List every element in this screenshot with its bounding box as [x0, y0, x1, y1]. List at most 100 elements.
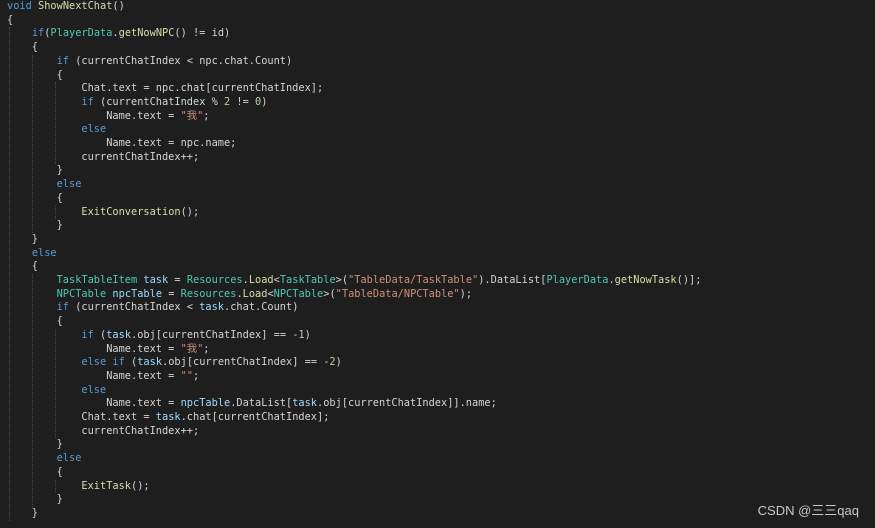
code-token: (: [93, 328, 107, 341]
code-token: Name.text =: [7, 397, 181, 410]
code-token: TaskTable: [279, 274, 336, 286]
code-line: }: [7, 493, 63, 507]
code-token: "TableData/NPCTable": [335, 287, 460, 300]
code-token: ): [304, 328, 311, 341]
code-line: if (currentChatIndex < task.chat.Count): [7, 301, 299, 315]
code-token: task: [292, 397, 318, 410]
code-token: NPCTable: [273, 287, 324, 300]
code-line: else: [7, 452, 82, 466]
code-token: task: [106, 328, 132, 341]
code-token: if: [81, 95, 94, 108]
code-token: Load: [242, 287, 268, 300]
code-token: {: [7, 315, 63, 328]
code-token: else: [31, 246, 57, 259]
code-token: (): [112, 0, 125, 12]
code-token: PlayerData: [50, 27, 113, 40]
code-line: Name.text = npc.name;: [7, 137, 236, 151]
code-token: (currentChatIndex %: [93, 95, 224, 108]
code-token: ()];: [676, 274, 702, 286]
code-line: ExitTask();: [7, 480, 149, 494]
code-token: ): [261, 95, 268, 108]
code-line: }: [7, 164, 63, 178]
code-token: Name.text = npc.name;: [7, 137, 237, 149]
code-token: .chat.Count): [224, 301, 299, 314]
code-line: }: [7, 219, 63, 233]
code-token: "我": [180, 109, 204, 122]
code-token: .obj[currentChatIndex] == -: [131, 328, 299, 341]
code-token: (: [124, 356, 138, 369]
code-token: Resources: [186, 274, 243, 286]
code-line: {: [7, 41, 38, 55]
code-token: getNowNPC: [118, 27, 175, 40]
code-line: Name.text = "我";: [7, 342, 210, 357]
code-token: {: [7, 41, 38, 54]
code-token: >(: [323, 287, 336, 300]
code-line: Chat.text = npc.chat[currentChatIndex];: [7, 82, 323, 96]
code-token: currentChatIndex++;: [7, 424, 200, 437]
code-token: .chat[currentChatIndex];: [180, 411, 330, 423]
code-token: }: [7, 164, 63, 177]
code-token: }: [7, 493, 63, 506]
code-token: if: [56, 301, 70, 314]
code-line: {: [7, 260, 38, 274]
code-token: ;: [203, 109, 210, 122]
code-line: {: [7, 192, 63, 206]
code-line: Name.text = "我";: [7, 109, 210, 124]
code-token: void: [7, 0, 32, 12]
code-token: npcTable: [112, 287, 163, 300]
code-line: if (currentChatIndex < npc.chat.Count): [7, 54, 293, 69]
code-token: else: [81, 383, 107, 396]
code-token: if: [81, 328, 94, 341]
code-token: ;: [203, 342, 210, 355]
code-token: {: [7, 260, 38, 273]
code-token: (currentChatIndex <: [69, 301, 200, 314]
code-token: task: [155, 411, 181, 423]
code-token: .obj[currentChatIndex] == -: [162, 356, 330, 369]
code-token: >(: [335, 274, 349, 286]
code-token: =: [162, 287, 181, 300]
code-token: "我": [180, 342, 204, 355]
code-token: "": [180, 369, 193, 382]
code-token: else if: [81, 356, 125, 369]
code-line: TaskTableItem task = Resources.Load<Task…: [7, 274, 702, 288]
code-token: task: [143, 274, 169, 286]
code-token: );: [459, 287, 473, 300]
code-token: ;: [193, 369, 200, 382]
code-line: else: [7, 178, 82, 192]
code-token: ();: [180, 205, 200, 218]
code-token: else: [81, 123, 107, 136]
code-token: }: [7, 506, 38, 519]
code-line: ExitConversation();: [7, 206, 199, 220]
code-line: Name.text = "";: [7, 370, 199, 384]
code-token: Chat.text = npc.chat[currentChatIndex];: [7, 82, 324, 95]
code-token: }: [7, 438, 63, 451]
code-line: if(PlayerData.getNowNPC() != id): [7, 27, 230, 41]
code-token: Chat.text =: [7, 411, 156, 423]
code-token: if: [56, 54, 70, 67]
code-line: else: [7, 247, 57, 261]
code-token: {: [7, 465, 63, 478]
code-token: else: [56, 452, 82, 465]
code-token: Name.text =: [7, 369, 181, 382]
code-token: !=: [230, 95, 256, 108]
code-token: task: [137, 356, 163, 369]
code-line: if (task.obj[currentChatIndex] == -1): [7, 328, 311, 343]
code-token: Name.text =: [7, 342, 181, 355]
code-token: PlayerData: [546, 274, 609, 286]
code-token: (currentChatIndex < npc.chat.Count): [69, 54, 293, 67]
code-editor[interactable]: void ShowNextChat(){ if(PlayerData.getNo…: [0, 0, 875, 528]
code-token: =: [168, 274, 187, 286]
code-token: TaskTableItem: [56, 274, 138, 286]
code-token: () != id): [174, 27, 231, 40]
code-token: ExitConversation: [81, 205, 181, 218]
